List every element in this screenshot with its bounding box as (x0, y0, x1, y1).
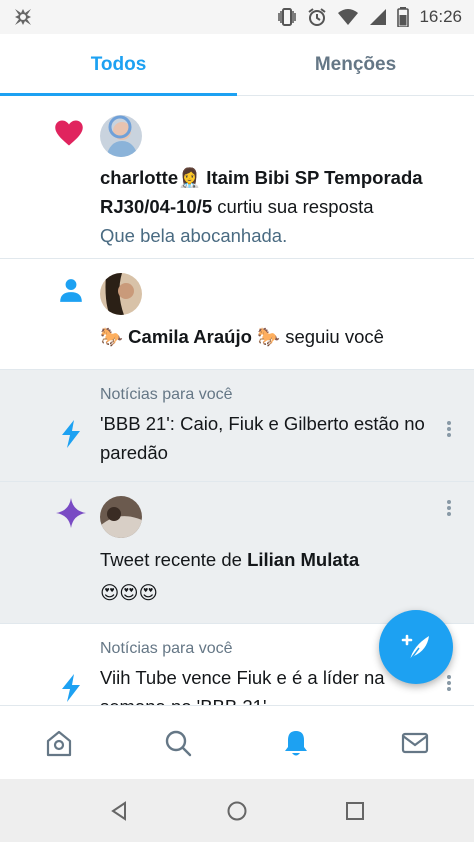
avatar[interactable] (100, 273, 142, 315)
system-navigation-bar (0, 779, 474, 842)
compose-tweet-button[interactable] (379, 610, 453, 684)
bottom-navigation (0, 705, 474, 779)
heart-icon (54, 119, 84, 152)
user-name[interactable]: Lilian Mulata (247, 549, 359, 570)
wifi-icon (337, 8, 359, 26)
nav-messages[interactable] (356, 706, 474, 779)
news-headline[interactable]: 'BBB 21': Caio, Fiuk e Gilberto estão no… (100, 409, 434, 467)
back-icon[interactable] (108, 800, 130, 822)
avatar[interactable] (100, 496, 142, 538)
nav-home[interactable] (0, 706, 119, 779)
alarm-icon (307, 7, 327, 27)
notification-text: Tweet recente de Lilian Mulata 😍😍😍 (100, 545, 434, 607)
recents-icon[interactable] (344, 800, 366, 822)
notification-text: Notícias para você 'BBB 21': Caio, Fiuk … (100, 380, 434, 467)
home-icon (47, 730, 72, 756)
person-icon (58, 277, 84, 308)
lightning-icon (60, 674, 82, 705)
tab-mencoes[interactable]: Menções (237, 34, 474, 95)
notifications-icon (285, 730, 308, 755)
news-headline[interactable]: Viih Tube vence Fiuk e é a líder na sema… (100, 663, 434, 705)
signal-icon (369, 8, 387, 26)
notification-follow[interactable]: 🐎 Camila Araújo 🐎 seguiu você (0, 259, 474, 370)
notification-text: 🐎 Camila Araújo 🐎 seguiu você (100, 326, 384, 347)
messages-icon (401, 732, 428, 753)
notification-like[interactable]: charlotte👩‍⚕️ Itaim Bibi SP Temporada RJ… (0, 97, 474, 259)
search-icon (165, 730, 191, 756)
nav-search[interactable] (119, 706, 238, 779)
quoted-reply[interactable]: Que bela abocanhada. (100, 221, 434, 250)
avatar[interactable] (100, 115, 142, 157)
app-notification-icon (12, 6, 34, 28)
compose-feather-icon (401, 634, 429, 661)
lightning-icon (60, 420, 82, 453)
tweet-preview[interactable]: 😍😍😍 (100, 578, 434, 607)
status-time: 16:26 (419, 7, 462, 26)
notification-recent-tweet[interactable]: Tweet recente de Lilian Mulata 😍😍😍 (0, 482, 474, 624)
tab-todos[interactable]: Todos (0, 34, 237, 96)
battery-icon (397, 7, 410, 27)
more-options-icon[interactable] (446, 673, 452, 693)
status-bar: 16:26 (0, 0, 474, 34)
home-circle-icon[interactable] (226, 800, 248, 822)
notification-news[interactable]: Notícias para você 'BBB 21': Caio, Fiuk … (0, 370, 474, 482)
notification-text: charlotte👩‍⚕️ Itaim Bibi SP Temporada RJ… (100, 163, 434, 250)
nav-notifications[interactable] (237, 706, 356, 779)
more-options-icon[interactable] (446, 419, 452, 439)
vibrate-icon (277, 7, 297, 27)
sparkle-icon (56, 498, 86, 533)
user-name[interactable]: 🐎 Camila Araújo 🐎 (100, 326, 280, 347)
notification-tabs: Todos Menções (0, 34, 474, 96)
more-options-icon[interactable] (446, 498, 452, 518)
news-label: Notícias para você (100, 386, 233, 403)
